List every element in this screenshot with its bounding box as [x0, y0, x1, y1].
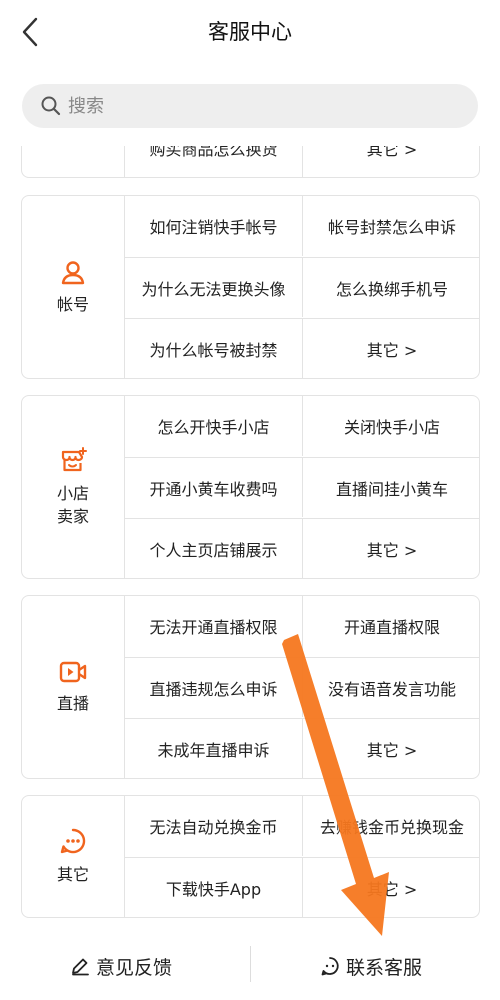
category-account: 帐号	[22, 196, 125, 378]
search-icon	[41, 96, 61, 116]
faq-grid: 怎么开快手小店 关闭快手小店 开通小黄车收费吗 直播间挂小黄车 个人主页店铺展示…	[125, 396, 479, 578]
contact-service-button[interactable]: 联系客服	[320, 944, 422, 988]
category-label: 帐号	[56, 294, 89, 314]
faq-item[interactable]: 直播违规怎么申诉	[125, 657, 303, 717]
divider	[250, 946, 251, 982]
feedback-label: 意见反馈	[96, 956, 173, 979]
more-icon	[60, 828, 86, 854]
shop-icon	[61, 447, 87, 472]
category-label: 其它	[56, 865, 89, 884]
live-video-icon	[59, 661, 87, 682]
faq-item-other[interactable]: 其它 >	[303, 518, 479, 578]
faq-grid: 如何注销快手帐号 帐号封禁怎么申诉 为什么无法更换头像 怎么换绑手机号 为什么帐…	[125, 196, 479, 378]
faq-item-other[interactable]: 其它 >	[303, 857, 479, 917]
feedback-button[interactable]: 意见反馈	[70, 944, 172, 988]
faq-item[interactable]: 购买商品怎么换货	[125, 146, 303, 177]
faq-item-other[interactable]: 其它 >	[303, 146, 479, 177]
faq-card-shop: 小店卖家 怎么开快手小店 关闭快手小店 开通小黄车收费吗 直播间挂小黄车 个人主…	[21, 395, 480, 579]
faq-item[interactable]: 直播间挂小黄车	[303, 457, 479, 517]
faq-item[interactable]: 无法自动兑换金币	[125, 796, 303, 856]
faq-item[interactable]: 下载快手App	[125, 857, 303, 917]
faq-item[interactable]: 未成年直播申诉	[125, 718, 303, 778]
contact-label: 联系客服	[346, 956, 423, 979]
faq-item-other[interactable]: 其它 >	[303, 718, 479, 778]
user-icon	[61, 260, 85, 284]
faq-list[interactable]: 购买商品怎么换货 其它 > 帐号 如何注销快手帐号 帐号封禁怎么申诉 为什么无法…	[0, 146, 500, 936]
faq-card-partial: 购买商品怎么换货 其它 >	[21, 146, 480, 178]
edit-icon	[72, 958, 89, 976]
faq-card-live: 直播 无法开通直播权限 开通直播权限 直播违规怎么申诉 没有语音发言功能 未成年…	[21, 595, 480, 779]
faq-item[interactable]: 帐号封禁怎么申诉	[303, 196, 479, 256]
faq-item[interactable]: 怎么换绑手机号	[303, 257, 479, 317]
faq-grid: 无法自动兑换金币 去赚钱金币兑换现金 下载快手App 其它 >	[125, 796, 479, 917]
faq-item[interactable]: 为什么无法更换头像	[125, 257, 303, 317]
faq-item[interactable]: 无法开通直播权限	[125, 596, 303, 656]
faq-item[interactable]: 开通直播权限	[303, 596, 479, 656]
faq-item[interactable]: 怎么开快手小店	[125, 396, 303, 456]
category-other: 其它	[22, 796, 125, 917]
faq-item[interactable]: 如何注销快手帐号	[125, 196, 303, 256]
faq-item-other[interactable]: 其它 >	[303, 318, 479, 378]
faq-item[interactable]: 关闭快手小店	[303, 396, 479, 456]
category-cell	[22, 146, 125, 177]
page-title: 客服中心	[208, 20, 292, 44]
category-shop: 小店卖家	[22, 396, 125, 578]
faq-item[interactable]: 没有语音发言功能	[303, 657, 479, 717]
category-label: 直播	[56, 693, 89, 713]
header-bar: 客服中心	[0, 0, 500, 64]
search-input[interactable]	[68, 95, 448, 117]
faq-grid: 购买商品怎么换货 其它 >	[125, 146, 479, 177]
search-bar[interactable]	[22, 84, 478, 128]
faq-item[interactable]: 为什么帐号被封禁	[125, 318, 303, 378]
faq-item[interactable]: 个人主页店铺展示	[125, 518, 303, 578]
category-label: 小店卖家	[56, 484, 89, 526]
faq-item[interactable]: 去赚钱金币兑换现金	[303, 796, 479, 856]
category-live: 直播	[22, 596, 125, 778]
faq-card-account: 帐号 如何注销快手帐号 帐号封禁怎么申诉 为什么无法更换头像 怎么换绑手机号 为…	[21, 195, 480, 379]
chat-icon	[321, 957, 339, 976]
bottom-bar: 意见反馈 联系客服	[0, 936, 500, 1000]
faq-grid: 无法开通直播权限 开通直播权限 直播违规怎么申诉 没有语音发言功能 未成年直播申…	[125, 596, 479, 778]
faq-card-other: 其它 无法自动兑换金币 去赚钱金币兑换现金 下载快手App 其它 >	[21, 795, 480, 918]
faq-item[interactable]: 开通小黄车收费吗	[125, 457, 303, 517]
